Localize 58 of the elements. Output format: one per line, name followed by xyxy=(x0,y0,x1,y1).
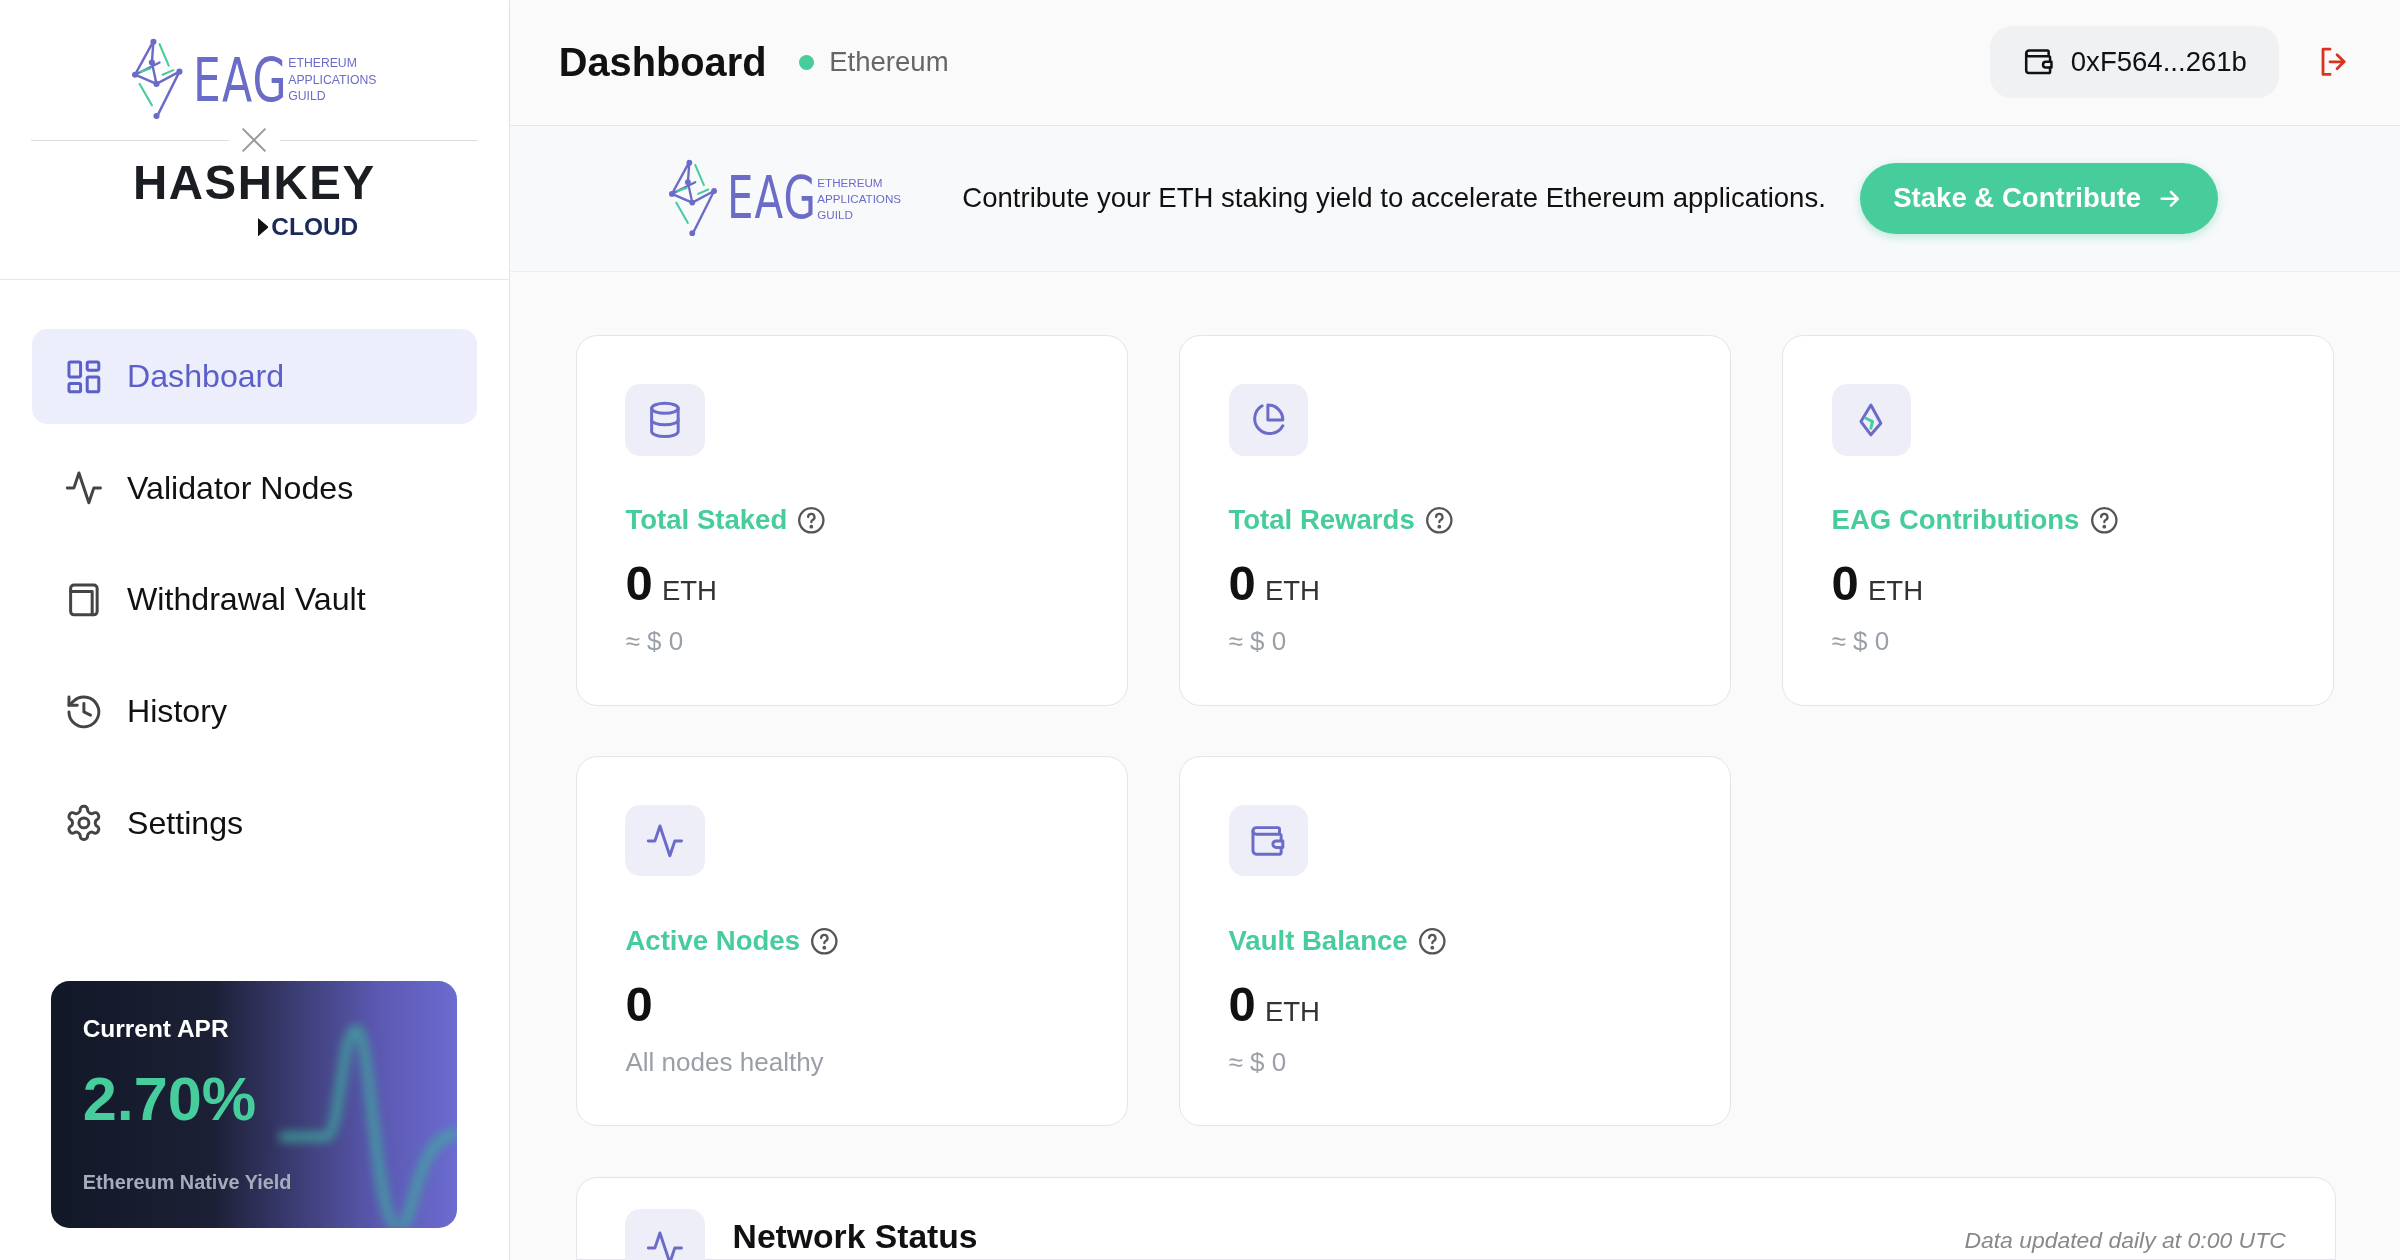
pie-chart-icon xyxy=(1228,383,1309,456)
stat-value: 0 xyxy=(625,554,653,611)
wallet-icon xyxy=(1228,804,1309,877)
stat-unit: ETH xyxy=(1867,574,1924,607)
network-name: Ethereum xyxy=(829,46,949,79)
page-title: Dashboard xyxy=(558,39,767,85)
apr-caption: Ethereum Native Yield xyxy=(82,1170,293,1194)
help-icon[interactable] xyxy=(796,505,827,536)
cross-icon xyxy=(241,127,268,154)
status-dot xyxy=(798,54,814,70)
stat-label: Vault Balance xyxy=(1228,925,1408,958)
nav-item[interactable]: Withdrawal Vault xyxy=(32,552,477,648)
stat-note: ≈ $ 0 xyxy=(625,626,685,658)
stat-value: 0 xyxy=(1228,554,1256,611)
logo-tagline: APPLICATIONS xyxy=(288,73,377,86)
diamond-logo-icon xyxy=(1831,383,1912,456)
update-note: Data updated daily at 0:00 UTC xyxy=(1964,1226,2286,1254)
stat-value: 0 xyxy=(1831,554,1859,611)
apr-title: Current APR xyxy=(82,1014,230,1043)
section-title: Network Status xyxy=(732,1217,978,1256)
logo-wordmark: EAG xyxy=(193,49,289,111)
pulse-icon xyxy=(625,804,706,877)
stat-label: Total Staked xyxy=(625,504,788,537)
apr-value: 2.70% xyxy=(82,1064,258,1135)
nav-item[interactable]: Dashboard xyxy=(32,329,477,424)
wallet-button[interactable]: 0xF564...261b xyxy=(1989,26,2280,99)
help-icon[interactable] xyxy=(2088,505,2120,536)
nav-item[interactable]: History xyxy=(32,664,477,760)
logo-wordmark: EAG xyxy=(727,169,818,228)
logo-tagline: GUILD xyxy=(288,90,327,103)
stat-unit: ETH xyxy=(661,574,717,607)
help-icon[interactable] xyxy=(809,926,840,957)
stat-value: 0 xyxy=(1228,975,1256,1032)
stat-note: ≈ $ 0 xyxy=(1228,1047,1288,1079)
database-icon xyxy=(625,383,706,456)
stat-note: ≈ $ 0 xyxy=(1831,626,1891,658)
stat-label: Active Nodes xyxy=(625,925,800,958)
help-icon[interactable] xyxy=(1416,926,1448,957)
play-icon xyxy=(257,217,269,236)
diamond-logo-icon xyxy=(132,38,185,121)
logo-tagline: ETHEREUM xyxy=(817,176,884,189)
partner-logo-wordmark: HASHKEY xyxy=(133,159,376,207)
stat-unit: ETH xyxy=(1264,995,1320,1028)
stat-value: 0 xyxy=(625,975,653,1032)
logo-tagline: APPLICATIONS xyxy=(817,192,902,205)
banner-text: Contribute your ETH staking yield to accelerate Ethereum applications. xyxy=(962,182,1826,215)
stat-label: EAG Contributions xyxy=(1831,504,2080,537)
stat-note: ≈ $ 0 xyxy=(1228,626,1288,658)
help-icon[interactable] xyxy=(1423,505,1455,536)
diamond-logo-icon xyxy=(668,159,719,238)
nav-item[interactable]: Settings xyxy=(32,775,477,871)
logo-tagline: ETHEREUM xyxy=(288,56,358,69)
logo-tagline: GUILD xyxy=(817,208,854,221)
stat-label: Total Rewards xyxy=(1228,504,1415,537)
nav-item[interactable]: Validator Nodes xyxy=(32,440,477,536)
stat-unit: ETH xyxy=(1264,574,1320,607)
partner-logo-subtitle: CLOUD xyxy=(271,212,359,241)
stat-note: All nodes healthy xyxy=(625,1047,825,1079)
